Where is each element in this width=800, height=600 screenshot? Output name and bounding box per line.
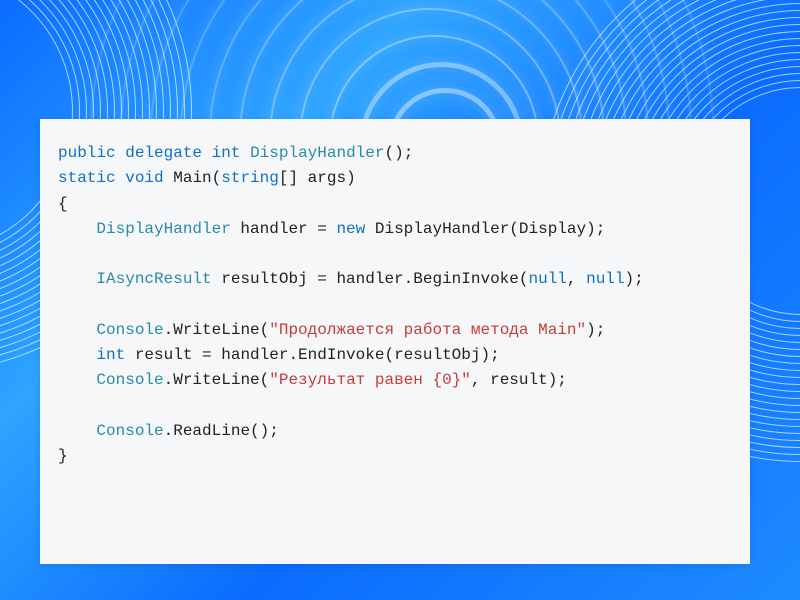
keyword-string: string bbox=[221, 169, 279, 187]
punct: ); bbox=[625, 270, 644, 288]
keyword-new: new bbox=[336, 220, 365, 238]
keyword-delegate: delegate bbox=[125, 144, 202, 162]
code-text: result = handler.EndInvoke(resultObj); bbox=[125, 346, 499, 364]
punct: [] bbox=[279, 169, 298, 187]
punct: ) bbox=[346, 169, 356, 187]
code-text: DisplayHandler(Display); bbox=[365, 220, 605, 238]
indent bbox=[58, 270, 96, 288]
code-text: .ReadLine(); bbox=[164, 422, 279, 440]
indent bbox=[58, 346, 96, 364]
keyword-int: int bbox=[212, 144, 241, 162]
indent bbox=[58, 422, 96, 440]
keyword-int: int bbox=[96, 346, 125, 364]
brace-close: } bbox=[58, 447, 68, 465]
keyword-static: static bbox=[58, 169, 116, 187]
code-text: .WriteLine( bbox=[164, 321, 270, 339]
brace-open: { bbox=[58, 195, 68, 213]
string-literal: "Результат равен {0}" bbox=[269, 371, 471, 389]
type-iasyncresult: IAsyncResult bbox=[96, 270, 211, 288]
punct: (); bbox=[384, 144, 413, 162]
keyword-public: public bbox=[58, 144, 116, 162]
type-console: Console bbox=[96, 321, 163, 339]
type-console: Console bbox=[96, 422, 163, 440]
type-displayhandler: DisplayHandler bbox=[96, 220, 230, 238]
code-text: .WriteLine( bbox=[164, 371, 270, 389]
indent bbox=[58, 220, 96, 238]
code-snippet-card: public delegate int DisplayHandler(); st… bbox=[40, 119, 750, 564]
indent bbox=[58, 321, 96, 339]
indent bbox=[58, 371, 96, 389]
keyword-null: null bbox=[586, 270, 624, 288]
code-text: handler = bbox=[231, 220, 337, 238]
param-args: args bbox=[298, 169, 346, 187]
method-main: Main bbox=[173, 169, 211, 187]
type-displayhandler: DisplayHandler bbox=[250, 144, 384, 162]
keyword-void: void bbox=[125, 169, 163, 187]
code-text: , result); bbox=[471, 371, 567, 389]
type-console: Console bbox=[96, 371, 163, 389]
code-text: resultObj = handler.BeginInvoke( bbox=[212, 270, 529, 288]
punct: ( bbox=[212, 169, 222, 187]
string-literal: "Продолжается работа метода Main" bbox=[269, 321, 586, 339]
punct: ); bbox=[586, 321, 605, 339]
keyword-null: null bbox=[528, 270, 566, 288]
punct: , bbox=[567, 270, 586, 288]
code-block: public delegate int DisplayHandler(); st… bbox=[58, 141, 732, 469]
